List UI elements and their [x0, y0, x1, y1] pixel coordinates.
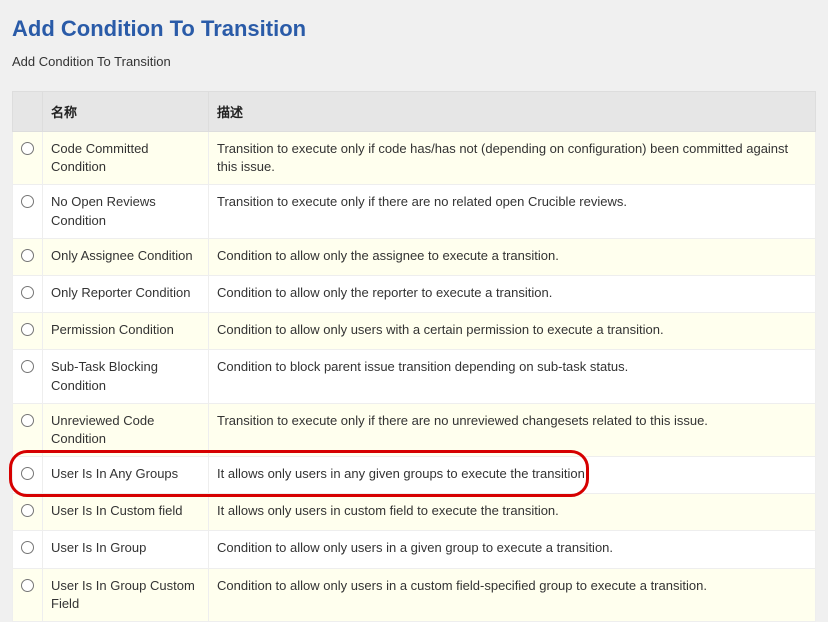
table-row: Code Committed ConditionTransition to ex…	[13, 132, 816, 185]
condition-name: Only Reporter Condition	[43, 275, 209, 312]
condition-description: Transition to execute only if there are …	[209, 185, 816, 238]
condition-radio[interactable]	[21, 467, 34, 480]
condition-name: User Is In Group	[43, 531, 209, 568]
condition-name: User Is In Group Custom Field	[43, 568, 209, 621]
condition-radio[interactable]	[21, 142, 34, 155]
page-subtitle: Add Condition To Transition	[12, 54, 816, 69]
condition-name: No Open Reviews Condition	[43, 185, 209, 238]
radio-cell	[13, 494, 43, 531]
conditions-table-wrap: 名称 描述 Code Committed ConditionTransition…	[12, 91, 816, 622]
radio-cell	[13, 350, 43, 403]
condition-radio[interactable]	[21, 323, 34, 336]
radio-cell	[13, 457, 43, 494]
table-row: Permission ConditionCondition to allow o…	[13, 313, 816, 350]
condition-description: Transition to execute only if code has/h…	[209, 132, 816, 185]
condition-radio[interactable]	[21, 579, 34, 592]
condition-name: Only Assignee Condition	[43, 238, 209, 275]
condition-radio[interactable]	[21, 286, 34, 299]
col-header-radio	[13, 92, 43, 132]
condition-description: It allows only users in custom field to …	[209, 494, 816, 531]
table-row: No Open Reviews ConditionTransition to e…	[13, 185, 816, 238]
condition-radio[interactable]	[21, 414, 34, 427]
condition-name: Permission Condition	[43, 313, 209, 350]
table-row: Only Assignee ConditionCondition to allo…	[13, 238, 816, 275]
condition-radio[interactable]	[21, 360, 34, 373]
radio-cell	[13, 275, 43, 312]
condition-name: Sub-Task Blocking Condition	[43, 350, 209, 403]
table-row: User Is In Any GroupsIt allows only user…	[13, 457, 816, 494]
table-row: Only Reporter ConditionCondition to allo…	[13, 275, 816, 312]
condition-radio[interactable]	[21, 504, 34, 517]
condition-description: Condition to allow only users with a cer…	[209, 313, 816, 350]
radio-cell	[13, 238, 43, 275]
radio-cell	[13, 568, 43, 621]
condition-name: Unreviewed Code Condition	[43, 403, 209, 456]
condition-description: Condition to block parent issue transiti…	[209, 350, 816, 403]
radio-cell	[13, 403, 43, 456]
radio-cell	[13, 132, 43, 185]
condition-description: Condition to allow only the assignee to …	[209, 238, 816, 275]
condition-name: User Is In Custom field	[43, 494, 209, 531]
table-row: Unreviewed Code ConditionTransition to e…	[13, 403, 816, 456]
condition-radio[interactable]	[21, 249, 34, 262]
condition-radio[interactable]	[21, 195, 34, 208]
radio-cell	[13, 531, 43, 568]
radio-cell	[13, 185, 43, 238]
col-header-description: 描述	[209, 92, 816, 132]
condition-description: Condition to allow only users in a given…	[209, 531, 816, 568]
conditions-table: 名称 描述 Code Committed ConditionTransition…	[12, 91, 816, 622]
table-row: User Is In GroupCondition to allow only …	[13, 531, 816, 568]
condition-description: It allows only users in any given groups…	[209, 457, 816, 494]
table-row: User Is In Custom fieldIt allows only us…	[13, 494, 816, 531]
condition-description: Condition to allow only the reporter to …	[209, 275, 816, 312]
table-row: User Is In Group Custom FieldCondition t…	[13, 568, 816, 621]
page-title: Add Condition To Transition	[12, 16, 816, 42]
table-row: Sub-Task Blocking ConditionCondition to …	[13, 350, 816, 403]
radio-cell	[13, 313, 43, 350]
col-header-name: 名称	[43, 92, 209, 132]
condition-description: Transition to execute only if there are …	[209, 403, 816, 456]
condition-name: Code Committed Condition	[43, 132, 209, 185]
condition-name: User Is In Any Groups	[43, 457, 209, 494]
condition-description: Condition to allow only users in a custo…	[209, 568, 816, 621]
